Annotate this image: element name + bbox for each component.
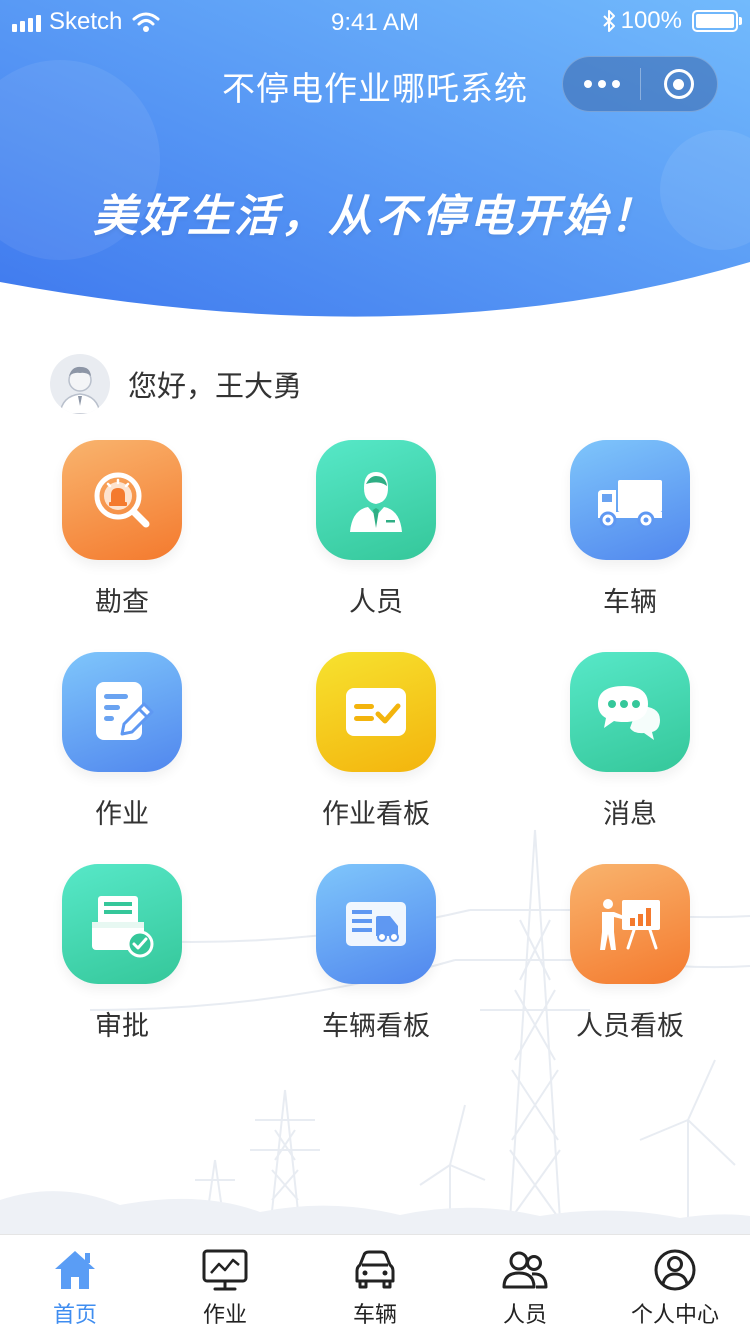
approval-printer-icon [92, 896, 154, 958]
menu-label: 车辆 [603, 587, 657, 618]
home-icon [55, 1251, 95, 1289]
tab-label: 个人中心 [630, 1303, 719, 1328]
menu-item-personnel[interactable]: 人员 [286, 440, 466, 619]
user-circle-icon [654, 1249, 696, 1291]
tab-jobs[interactable]: 作业 [150, 1235, 300, 1334]
menu-label: 人员看板 [576, 1011, 684, 1042]
user-avatar-icon [59, 366, 101, 414]
status-bar: Sketch 9:41 AM 100% [0, 0, 750, 44]
menu-item-job-board[interactable]: 作业看板 [286, 652, 466, 831]
menu-label: 车辆看板 [322, 1011, 430, 1042]
job-board-tile[interactable] [316, 652, 436, 772]
tab-label: 车辆 [352, 1303, 397, 1328]
menu-item-approval[interactable]: 审批 [32, 864, 212, 1043]
monitor-chart-icon [202, 1249, 248, 1291]
inspection-search-icon [94, 472, 150, 528]
menu-label: 勘查 [95, 587, 149, 618]
tab-label: 首页 [52, 1303, 97, 1328]
menu-item-jobs[interactable]: 作业 [32, 652, 212, 831]
messages-tile[interactable] [570, 652, 690, 772]
menu-label: 作业看板 [322, 799, 430, 830]
vehicle-board-tile[interactable] [316, 864, 436, 984]
truck-icon [598, 480, 662, 529]
tab-profile[interactable]: 个人中心 [600, 1235, 750, 1334]
personnel-board-tile[interactable] [570, 864, 690, 984]
header-background [0, 0, 750, 317]
menu-label: 审批 [95, 1011, 149, 1042]
user-greeting: 您好，王大勇 [50, 354, 302, 414]
personnel-tile[interactable] [316, 440, 436, 560]
greeting-text: 您好，王大勇 [128, 369, 303, 403]
battery-percent: 100% [620, 7, 682, 34]
approval-tile[interactable] [62, 864, 182, 984]
menu-item-messages[interactable]: 消息 [540, 652, 720, 831]
avatar[interactable] [50, 354, 110, 414]
person-icon [350, 472, 402, 532]
bluetooth-icon [602, 10, 615, 32]
tab-home[interactable]: 首页 [0, 1235, 150, 1334]
close-miniprogram-button[interactable] [641, 56, 717, 112]
presentation-board-icon [600, 899, 660, 950]
menu-item-survey[interactable]: 勘查 [32, 440, 212, 619]
header-banner: Sketch 9:41 AM 100% 不停电作业哪吒系统 美好生活，从不停电开… [0, 0, 750, 330]
menu-item-vehicles[interactable]: 车辆 [540, 440, 720, 619]
bottom-tab-bar: 首页 作业 车辆 人员 个人中心 [0, 1234, 750, 1334]
vehicle-board-icon [346, 902, 406, 946]
vehicles-tile[interactable] [570, 440, 690, 560]
menu-item-vehicle-board[interactable]: 车辆看板 [286, 864, 466, 1043]
banner-slogan: 美好生活，从不停电开始！ [93, 191, 657, 242]
tab-label: 作业 [202, 1303, 247, 1328]
car-icon [355, 1250, 395, 1289]
menu-label: 人员 [349, 587, 403, 618]
tab-label: 人员 [502, 1303, 547, 1328]
tab-vehicles[interactable]: 车辆 [300, 1235, 450, 1334]
menu-label: 消息 [603, 799, 657, 830]
edit-document-icon [96, 682, 154, 740]
survey-tile[interactable] [62, 440, 182, 560]
tab-personnel[interactable]: 人员 [450, 1235, 600, 1334]
people-icon [502, 1251, 548, 1289]
jobs-tile[interactable] [62, 652, 182, 772]
menu-item-personnel-board[interactable]: 人员看板 [540, 864, 720, 1043]
battery-icon [692, 10, 742, 32]
more-menu-button[interactable] [563, 56, 640, 112]
miniprogram-capsule [562, 56, 718, 112]
menu-label: 作业 [95, 799, 149, 830]
task-check-board-icon [346, 688, 406, 736]
chat-bubbles-icon [598, 686, 660, 740]
